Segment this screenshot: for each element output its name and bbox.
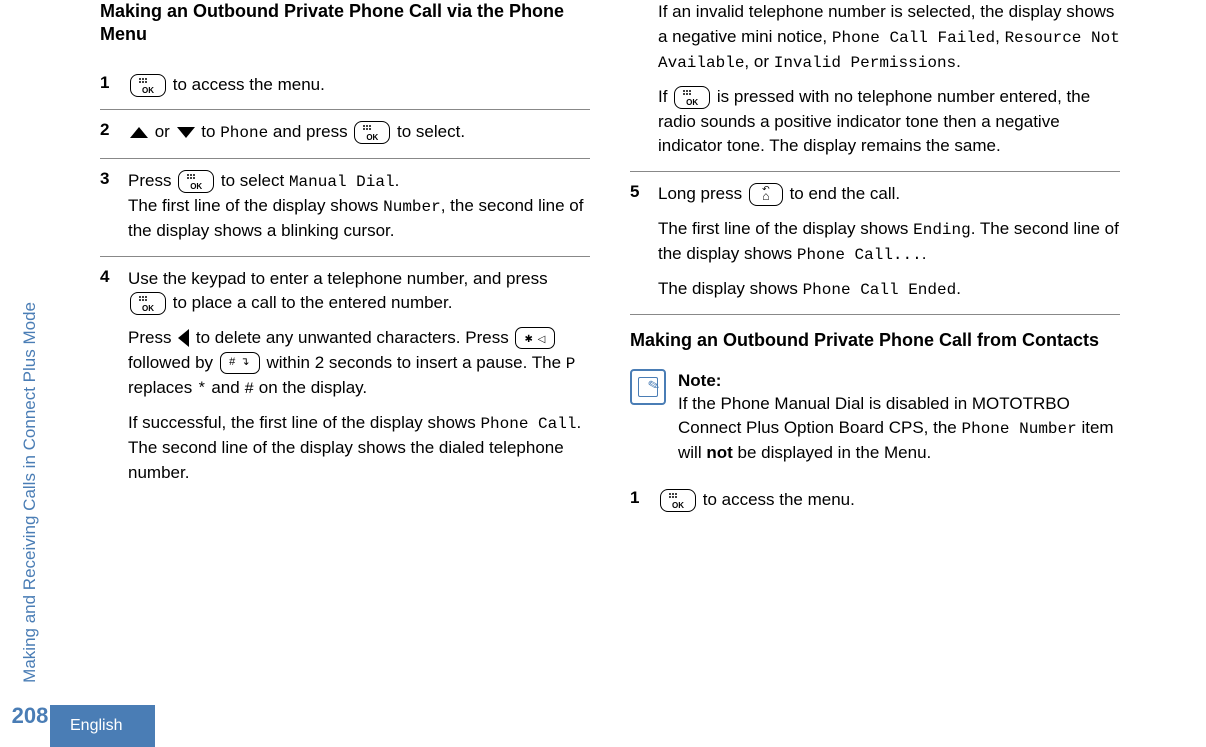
step-1: 1 to access the menu.	[100, 63, 590, 111]
page-number: 208	[12, 703, 49, 729]
step-text: to access the menu.	[698, 490, 855, 509]
text: If	[658, 87, 672, 106]
step-number: 1	[630, 488, 658, 513]
text: to	[197, 122, 221, 141]
manual-page: Making and Receiving Calls in Connect Pl…	[0, 0, 1206, 747]
text: Press	[128, 328, 176, 347]
ok-button-icon	[660, 489, 696, 512]
hash-key-icon	[220, 352, 260, 374]
display-text: #	[244, 380, 254, 398]
text: .	[395, 171, 400, 190]
home-back-button-icon	[749, 183, 783, 206]
step-number: 1	[100, 73, 128, 98]
section-title: Making an Outbound Private Phone Call fr…	[630, 329, 1120, 352]
emphasis-not: not	[706, 443, 732, 462]
step-4: 4 Use the keypad to enter a telephone nu…	[100, 257, 590, 498]
right-column: If an invalid telephone number is select…	[630, 0, 1120, 687]
note-title: Note:	[678, 369, 1120, 393]
step-1: 1 to access the menu.	[630, 478, 1120, 525]
ok-button-icon	[178, 170, 214, 193]
display-text: Phone Call...	[797, 246, 922, 264]
display-text: Manual Dial	[289, 173, 395, 191]
display-text: Phone	[220, 124, 268, 142]
ok-button-icon	[130, 74, 166, 97]
display-text: Ending	[913, 221, 971, 239]
left-arrow-icon	[178, 329, 189, 347]
ok-button-icon	[674, 86, 710, 109]
ok-button-icon	[354, 121, 390, 144]
text: , or	[744, 52, 773, 71]
text: be displayed in the Menu.	[733, 443, 931, 462]
display-text: Phone Number	[962, 420, 1077, 438]
text: The first line of the display shows	[658, 219, 913, 238]
down-arrow-icon	[177, 127, 195, 138]
step-body: Long press to end the call. The first li…	[658, 182, 1120, 302]
text: is pressed with no telephone number ente…	[658, 87, 1090, 155]
display-text: P	[566, 355, 576, 373]
step-3: 3 Press to select Manual Dial. The first…	[100, 159, 590, 257]
note-icon	[630, 369, 666, 405]
text: within 2 seconds to insert a pause. The	[262, 353, 566, 372]
step-5: 5 Long press to end the call. The first …	[630, 172, 1120, 315]
text: Press	[128, 171, 176, 190]
step-number: 2	[100, 120, 128, 145]
step-2: 2 or to Phone and press to select.	[100, 110, 590, 158]
step-body: to access the menu.	[128, 73, 590, 98]
text: The first line of the display shows	[128, 196, 383, 215]
text: Use the keypad to enter a telephone numb…	[128, 269, 548, 288]
step-body: Press to select Manual Dial. The first l…	[128, 169, 590, 244]
text: .	[956, 52, 961, 71]
display-text: Phone Call Ended	[803, 281, 957, 299]
step-body: or to Phone and press to select.	[128, 120, 590, 145]
chapter-side-label: Making and Receiving Calls in Connect Pl…	[20, 302, 40, 683]
step-4-continuation: If an invalid telephone number is select…	[630, 0, 1120, 172]
ok-button-icon	[130, 292, 166, 315]
text: .	[956, 279, 961, 298]
text: to end the call.	[785, 184, 900, 203]
left-rail: Making and Receiving Calls in Connect Pl…	[0, 0, 60, 747]
text: on the display.	[254, 378, 367, 397]
note-body: Note: If the Phone Manual Dial is disabl…	[678, 369, 1120, 465]
language-badge: English	[50, 705, 155, 747]
step-body: to access the menu.	[658, 488, 1120, 513]
step-body: Use the keypad to enter a telephone numb…	[128, 267, 590, 486]
step-number: 4	[100, 267, 128, 486]
step-number: 3	[100, 169, 128, 244]
display-text: Invalid Permissions	[774, 54, 956, 72]
text: to delete any unwanted characters. Press	[191, 328, 513, 347]
text: to place a call to the entered number.	[168, 293, 452, 312]
step-text: to access the menu.	[168, 75, 325, 94]
display-text: Number	[383, 198, 441, 216]
star-key-icon	[515, 327, 555, 349]
text: and	[207, 378, 245, 397]
text: The display shows	[658, 279, 803, 298]
text: and press	[268, 122, 352, 141]
text: to select.	[392, 122, 465, 141]
up-arrow-icon	[130, 127, 148, 138]
left-column: Making an Outbound Private Phone Call vi…	[100, 0, 590, 687]
display-text: *	[197, 380, 207, 398]
text: Long press	[658, 184, 747, 203]
text: ,	[995, 27, 1004, 46]
text: to select	[216, 171, 289, 190]
section-title: Making an Outbound Private Phone Call vi…	[100, 0, 590, 47]
text: replaces	[128, 378, 197, 397]
step-number: 5	[630, 182, 658, 302]
content-columns: Making an Outbound Private Phone Call vi…	[60, 0, 1186, 747]
text: or	[150, 122, 175, 141]
text: If successful, the first line of the dis…	[128, 413, 480, 432]
note: Note: If the Phone Manual Dial is disabl…	[630, 369, 1120, 465]
display-text: Phone Call	[480, 415, 576, 433]
text: followed by	[128, 353, 218, 372]
display-text: Phone Call Failed	[832, 29, 995, 47]
text: .	[922, 244, 927, 263]
